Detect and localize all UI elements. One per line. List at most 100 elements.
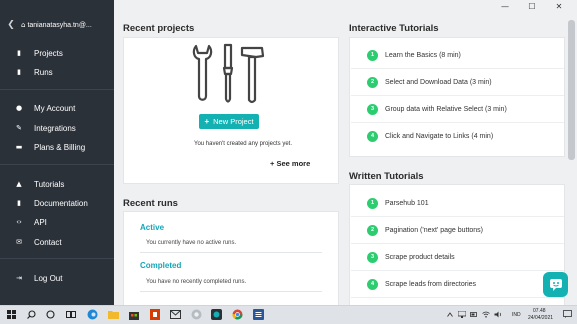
step-number-badge: 2 [367, 224, 378, 236]
sidebar-item-my-account[interactable]: ● My Account [0, 100, 114, 116]
step-number-badge: 1 [367, 49, 378, 61]
volume-icon[interactable] [494, 311, 502, 318]
sign-out-icon: ⇥ [16, 274, 22, 282]
see-more-link[interactable]: + See more [270, 159, 310, 168]
notification-icon[interactable] [563, 310, 572, 318]
graduation-cap-icon: ▲ [16, 180, 22, 188]
tutorial-label: Parsehub 101 [385, 199, 429, 207]
credit-card-icon: ▬ [15, 143, 23, 151]
sidebar-item-log-out[interactable]: ⇥ Log Out [0, 270, 114, 286]
written-tutorials-title: Written Tutorials [349, 171, 424, 182]
interactive-tutorial-item[interactable]: 3 Group data with Relative Select (3 min… [351, 96, 564, 122]
sidebar-item-runs[interactable]: ▮ Runs [0, 64, 114, 80]
sidebar: ❮ ⌂ tanianatasyha.tn@... ▮ Projects ▮ Ru… [0, 0, 114, 305]
new-project-label: New Project [213, 117, 254, 126]
tutorial-divider [351, 297, 564, 298]
completed-runs-text: You have no recently completed runs. [146, 279, 247, 285]
tools-icon [192, 43, 265, 104]
sidebar-item-plans-billing[interactable]: ▬ Plans & Billing [0, 139, 114, 155]
sidebar-item-label: Tutorials [34, 179, 65, 189]
chat-support-button[interactable] [543, 272, 568, 297]
account-username[interactable]: tanianatasyha.tn@... [27, 22, 91, 29]
interactive-tutorial-item[interactable]: 4 Click and Navigate to Links (4 min) [351, 123, 564, 149]
interactive-tutorials-title: Interactive Tutorials [349, 23, 439, 34]
back-arrow-icon[interactable]: ❮ [4, 20, 18, 30]
sidebar-item-documentation[interactable]: ▮ Documentation [0, 195, 114, 211]
active-runs-text: You currently have no active runs. [146, 240, 237, 246]
search-icon[interactable] [27, 310, 36, 319]
task-view-icon[interactable] [66, 310, 76, 319]
recent-projects-title: Recent projects [123, 23, 195, 34]
wifi-icon[interactable] [482, 311, 490, 318]
sidebar-item-label: Runs [34, 67, 53, 77]
home-icon[interactable]: ⌂ [21, 21, 25, 29]
tutorial-label: Learn the Basics (8 min) [385, 51, 461, 59]
sidebar-item-tutorials[interactable]: ▲ Tutorials [0, 176, 114, 192]
chat-icon [549, 278, 562, 291]
word-icon[interactable] [253, 309, 264, 320]
runs-divider [140, 291, 322, 292]
plus-icon: + [270, 159, 275, 168]
sidebar-item-label: Documentation [34, 198, 88, 208]
cortana-icon[interactable] [46, 310, 55, 319]
file-explorer-icon[interactable] [108, 310, 119, 319]
sidebar-divider [0, 89, 114, 90]
battery-icon[interactable] [470, 311, 478, 318]
step-number-badge: 4 [367, 130, 378, 142]
plus-icon: + [204, 117, 210, 126]
plug-icon: ✎ [16, 124, 22, 132]
code-icon: ‹› [16, 218, 22, 226]
runs-divider [140, 252, 322, 253]
tutorial-label: Scrape leads from directories [385, 280, 477, 288]
sidebar-item-api[interactable]: ‹› API [0, 214, 114, 230]
scrollbar-thumb[interactable] [568, 20, 575, 160]
new-project-button[interactable]: + New Project [199, 114, 259, 129]
store-icon[interactable] [129, 309, 139, 320]
written-tutorial-item[interactable]: 3 Scrape product details [351, 244, 564, 270]
tutorial-label: Click and Navigate to Links (4 min) [385, 132, 494, 140]
tutorial-label: Scrape product details [385, 253, 455, 261]
sidebar-item-label: Plans & Billing [34, 142, 86, 152]
network-icon[interactable] [458, 311, 466, 318]
maximize-button[interactable]: ☐ [519, 0, 545, 12]
chevron-up-icon[interactable] [447, 312, 453, 317]
sidebar-item-projects[interactable]: ▮ Projects [0, 45, 114, 61]
file-icon: ▮ [17, 49, 21, 57]
sidebar-item-label: Contact [34, 237, 62, 247]
office-icon[interactable] [150, 309, 160, 320]
step-number-badge: 3 [367, 251, 378, 263]
input-language-indicator[interactable]: IND [512, 312, 521, 318]
written-tutorial-item[interactable]: 2 Pagination ('next' page buttons) [351, 217, 564, 243]
sidebar-item-label: Integrations [34, 123, 76, 133]
tutorial-label: Group data with Relative Select (3 min) [385, 105, 507, 113]
parsehub-app-icon[interactable] [211, 309, 222, 320]
mail-icon[interactable] [170, 310, 181, 319]
chrome-browser-icon[interactable] [232, 309, 243, 320]
step-number-badge: 3 [367, 103, 378, 115]
taskbar-clock-date[interactable]: 24/04/2021 [528, 315, 553, 321]
sidebar-divider [0, 164, 114, 165]
envelope-icon: ✉ [16, 238, 22, 246]
book-icon: ▮ [17, 199, 21, 207]
projects-empty-text: You haven't created any projects yet. [194, 141, 292, 147]
written-tutorial-item[interactable]: 1 Parsehub 101 [351, 190, 564, 216]
recent-runs-title: Recent runs [123, 198, 178, 209]
step-number-badge: 1 [367, 197, 378, 209]
sidebar-item-label: My Account [34, 103, 76, 113]
completed-runs-heading: Completed [140, 261, 182, 270]
user-icon: ● [15, 104, 23, 112]
active-runs-heading: Active [140, 223, 165, 232]
sidebar-item-contact[interactable]: ✉ Contact [0, 234, 114, 250]
minimize-button[interactable]: — [492, 0, 518, 12]
taskbar-clock-time[interactable]: 07.48 [533, 308, 546, 314]
interactive-tutorial-item[interactable]: 2 Select and Download Data (3 min) [351, 69, 564, 95]
written-tutorial-item[interactable]: 4 Scrape leads from directories [351, 271, 564, 297]
windows-start-icon[interactable] [7, 310, 16, 319]
sidebar-header: ❮ ⌂ tanianatasyha.tn@... [0, 14, 114, 36]
interactive-tutorial-item[interactable]: 1 Learn the Basics (8 min) [351, 42, 564, 68]
edge-browser-icon[interactable] [87, 309, 98, 320]
file-icon: ▮ [17, 68, 21, 76]
sidebar-item-integrations[interactable]: ✎ Integrations [0, 120, 114, 136]
app-icon[interactable] [191, 309, 202, 320]
close-button[interactable]: ✕ [546, 0, 572, 12]
